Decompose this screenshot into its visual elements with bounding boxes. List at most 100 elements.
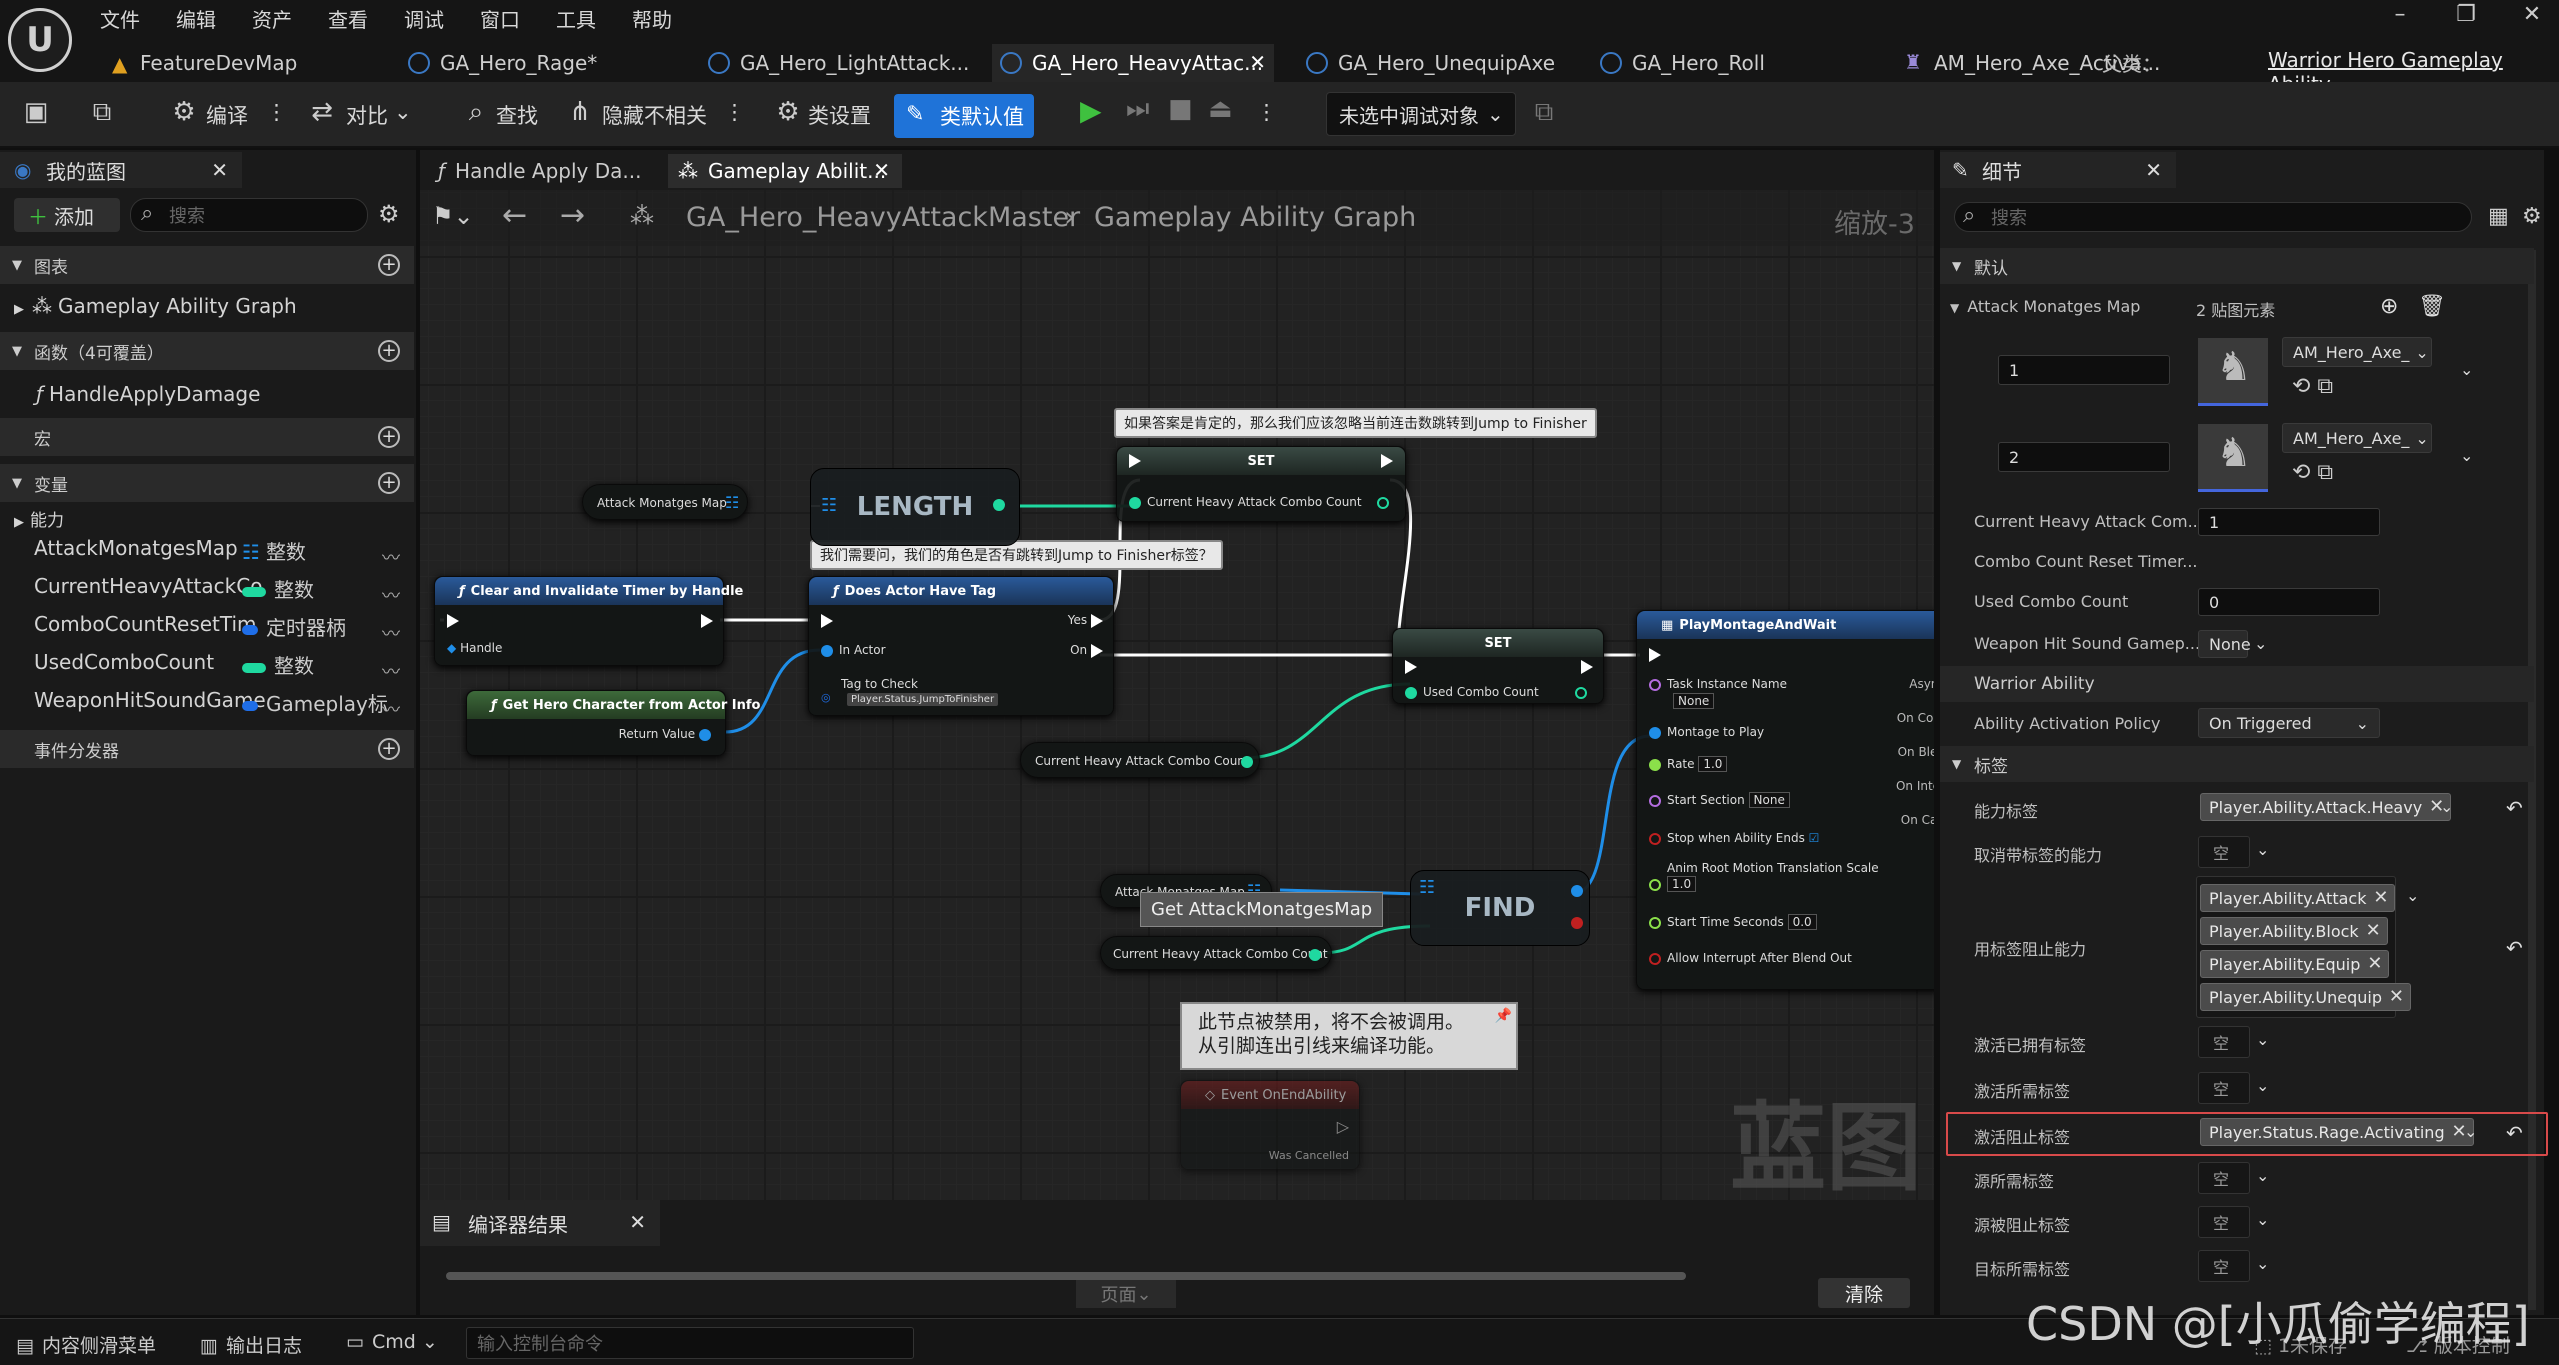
tag-chip[interactable]: Player.Ability.Unequip ✕ — [2200, 983, 2411, 1011]
forward-arrow-icon[interactable]: → — [560, 198, 585, 233]
output-log-button[interactable]: ▥ 输出日志 — [200, 1331, 302, 1358]
exec-out-pin[interactable] — [701, 613, 713, 628]
handle-pin[interactable]: ◆ Handle — [447, 641, 502, 655]
empty-tag-field[interactable]: 空 — [2198, 1026, 2250, 1058]
reset-arrow-icon[interactable]: ↶ — [2506, 796, 2523, 820]
compile-button[interactable]: 编译 — [206, 100, 248, 130]
int-out-pin[interactable] — [1575, 685, 1593, 699]
close-window-icon[interactable]: ✕ — [2512, 2, 2552, 27]
on-pin[interactable]: On — [1070, 643, 1103, 658]
tab-compiler-results[interactable]: ▤ 编译器结果 ✕ — [420, 1200, 660, 1246]
settings-gear-icon[interactable]: ⚙ — [2522, 204, 2542, 229]
node-clear-timer[interactable]: ƒ Clear and Invalidate Timer by Handle ◆ H… — [434, 576, 743, 666]
set-pin[interactable]: Used Combo Count — [1405, 685, 1539, 699]
exec-in-pin[interactable] — [447, 613, 459, 628]
montage-thumbnail[interactable]: ♞ — [2198, 424, 2268, 492]
add-macro-icon[interactable]: + — [378, 426, 400, 448]
bookmark-icon[interactable]: ⚑⌄ — [432, 202, 474, 230]
use-selected-icon[interactable]: ⟲ ⧉ — [2292, 460, 2333, 485]
exec-out-pin[interactable] — [1381, 453, 1393, 468]
struct-pin-icon[interactable]: ◎ — [821, 691, 831, 704]
bool-pin-icon[interactable] — [1571, 917, 1583, 929]
activation-policy-select[interactable]: On Triggered ⌄ — [2198, 708, 2380, 738]
empty-tag-field[interactable]: 空 — [2198, 1206, 2250, 1238]
breadcrumb-graph[interactable]: Gameplay Ability Graph — [1094, 202, 1416, 233]
close-tab-icon[interactable]: ✕ — [211, 158, 228, 182]
step-icon[interactable]: ⏭ — [1126, 94, 1149, 125]
details-search-input[interactable]: ⌕ 搜索 — [1954, 202, 2472, 232]
pin-value[interactable]: 1.0 — [1698, 756, 1728, 772]
find-icon[interactable]: ⌕ — [460, 96, 492, 128]
settings-gear-icon[interactable]: ⚙ — [378, 200, 400, 228]
maximize-icon[interactable]: ❐ — [2446, 2, 2486, 27]
compile-icon[interactable]: ⚙ — [168, 96, 200, 128]
tab-ga-hero-heavyattack[interactable]: GA_Hero_HeavyAttac... ✕ — [992, 44, 1274, 82]
montage-thumbnail[interactable]: ♞ — [2198, 338, 2268, 406]
horizontal-scrollbar[interactable] — [446, 1272, 1686, 1280]
empty-tag-field[interactable]: 空 — [2198, 1250, 2250, 1282]
chevron-down-icon[interactable]: ⌄ — [2256, 1254, 2269, 1273]
chevron-down-icon[interactable]: ⌄ — [2256, 1210, 2269, 1229]
expand-entry-icon[interactable]: ⌄ — [2460, 360, 2473, 379]
close-tab-icon[interactable]: ✕ — [2145, 158, 2162, 182]
tab-ga-hero-unequipaxe[interactable]: GA_Hero_UnequipAxe — [1298, 44, 1578, 82]
node-does-actor-have-tag[interactable]: ƒ Does Actor Have Tag Yes In Actor On Tag t… — [808, 576, 1114, 716]
start-time-pin[interactable]: Start Time Seconds 0.0 — [1649, 914, 1817, 930]
section-event-dispatchers[interactable]: 事件分发器 + — [0, 730, 414, 768]
node-current-combo-getter[interactable]: Current Heavy Attack Combo Count — [1020, 742, 1260, 778]
tag-value[interactable]: Player.Status.JumpToFinisher — [847, 693, 999, 706]
task-instance-pin[interactable]: Task Instance Name — [1649, 677, 1787, 691]
int-pin-icon[interactable] — [1309, 947, 1327, 961]
section-macros[interactable]: 宏 + — [0, 418, 414, 456]
add-button[interactable]: ＋添加 — [14, 198, 120, 232]
compile-options-icon[interactable]: ⋮ — [266, 100, 287, 124]
tab-handle-apply-damage[interactable]: ƒ Handle Apply Da... — [428, 154, 644, 188]
use-selected-icon[interactable]: ⟲ ⧉ — [2292, 374, 2333, 399]
map-pin-icon[interactable]: ☷ — [1419, 877, 1435, 898]
section-tags[interactable]: ▼ 标签 — [1940, 746, 2534, 782]
variable-type[interactable]: ☷ 整数 — [242, 536, 306, 565]
empty-tag-field[interactable]: 空 — [2198, 1162, 2250, 1194]
tab-my-blueprint[interactable]: ◉ 我的蓝图 ✕ — [0, 152, 242, 188]
variable-attack-map[interactable]: AttackMonatgesMap — [34, 536, 238, 560]
return-value-pin[interactable]: Return Value — [619, 727, 717, 741]
chevron-down-icon[interactable]: ⌄ — [2256, 1076, 2269, 1095]
section-graphs[interactable]: ▼ 图表 + — [0, 246, 414, 284]
remove-tag-icon[interactable]: ✕ — [2373, 887, 2388, 908]
table-view-icon[interactable]: ▦ — [2488, 204, 2509, 229]
menu-help[interactable]: 帮助 — [632, 4, 672, 33]
object-pin-icon[interactable] — [1571, 885, 1583, 897]
clear-button[interactable]: 清除 — [1818, 1278, 1910, 1308]
stop-icon[interactable]: ■ — [1168, 94, 1193, 124]
menu-tools[interactable]: 工具 — [556, 4, 596, 33]
menu-edit[interactable]: 编辑 — [176, 4, 216, 33]
class-settings-button[interactable]: 类设置 — [808, 100, 871, 130]
montage-picker[interactable]: AM_Hero_Axe_ ⌄ — [2282, 337, 2432, 367]
yes-pin[interactable]: Yes — [1068, 613, 1103, 628]
int-pin-icon[interactable] — [993, 499, 1005, 511]
section-default[interactable]: ▼ 默认 — [1940, 248, 2534, 284]
exec-out-pin[interactable]: ▷ — [1337, 1117, 1349, 1136]
section-functions[interactable]: ▼ 函数（4可覆盖） + — [0, 332, 414, 370]
menu-view[interactable]: 查看 — [328, 4, 368, 33]
function-item[interactable]: ƒ HandleApplyDamage — [36, 382, 260, 406]
diff-icon[interactable]: ⇄ — [306, 96, 338, 128]
node-set-current-combo[interactable]: SET Current Heavy Attack Combo Count — [1116, 446, 1406, 522]
chevron-down-icon[interactable]: ⌄ — [2406, 886, 2419, 905]
montage-to-play-pin[interactable]: Montage to Play — [1649, 725, 1764, 739]
variable-type[interactable]: 定时器柄 — [242, 612, 346, 641]
checkbox-checked-icon[interactable]: ☑ — [1809, 831, 1820, 845]
chevron-down-icon[interactable]: ⌄ — [2256, 840, 2269, 859]
node-attack-map-getter[interactable]: Attack Monatges Map ☷ — [582, 484, 748, 520]
chevron-down-icon[interactable]: ⌄ — [2256, 1166, 2269, 1185]
cmd-dropdown[interactable]: ▭ Cmd ⌄ — [346, 1331, 438, 1353]
pin-value[interactable]: None — [1673, 693, 1715, 709]
variable-type[interactable]: 整数 — [242, 574, 314, 603]
back-arrow-icon[interactable]: ← — [502, 198, 527, 233]
variable-type[interactable]: 整数 — [242, 650, 314, 679]
category-ability[interactable]: ▶ 能力 — [14, 506, 64, 531]
rate-pin[interactable]: Rate 1.0 — [1649, 756, 1728, 772]
class-defaults-button[interactable]: ✎ 类默认值 — [894, 94, 1034, 138]
variable-type[interactable]: Gameplay标 — [242, 688, 388, 717]
map-pin-icon[interactable]: ☷ — [725, 493, 739, 512]
